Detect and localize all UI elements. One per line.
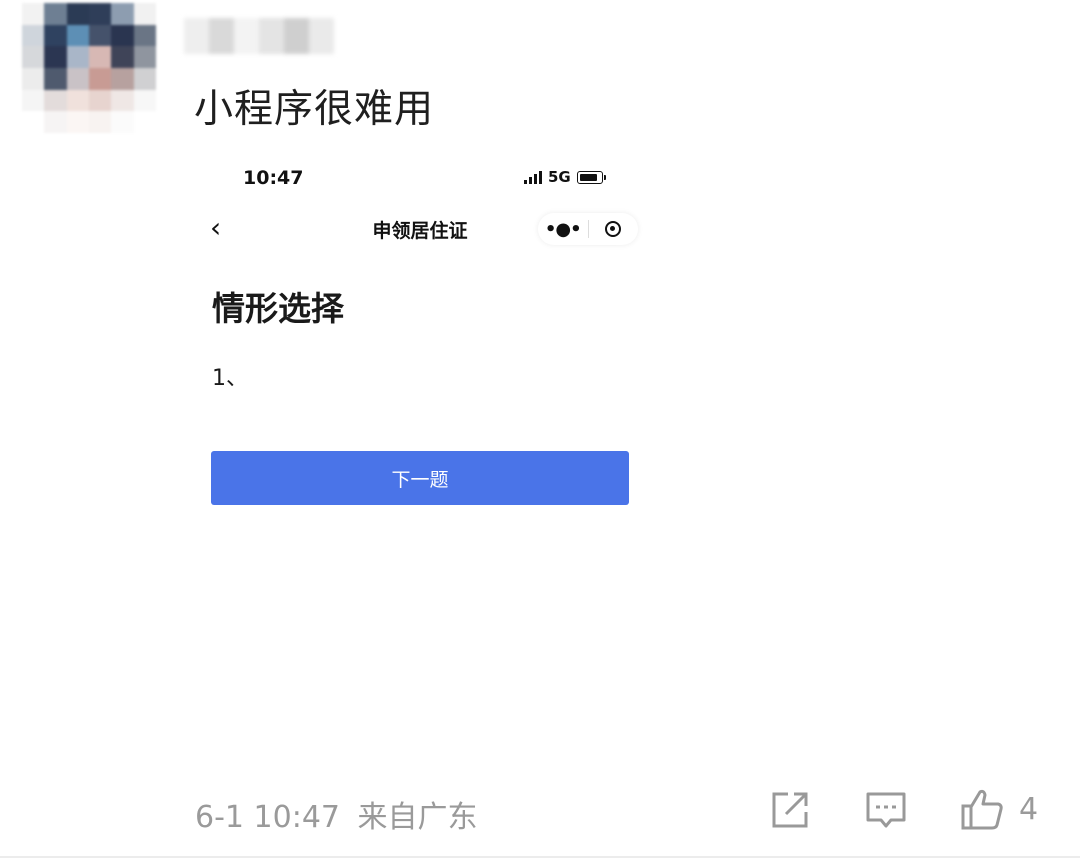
avatar-pixel bbox=[89, 111, 112, 133]
next-question-button: 下一题 bbox=[211, 451, 629, 505]
like-count: 4 bbox=[1019, 792, 1039, 827]
avatar-pixel bbox=[66, 89, 89, 112]
avatar-pixel bbox=[89, 3, 112, 25]
post-meta: 6-1 10:47 来自广东 bbox=[195, 792, 478, 836]
avatar-pixel bbox=[22, 67, 45, 90]
post-location: 来自广东 bbox=[357, 800, 478, 835]
thumbs-up-icon[interactable] bbox=[960, 788, 1004, 832]
avatar-pixel bbox=[22, 89, 45, 112]
embedded-screenshot[interactable]: 10:47 5G ‹ 申领居住证 •●• 情形选择 1、 下一题 bbox=[194, 150, 654, 560]
avatar-pixel bbox=[22, 3, 45, 25]
username-pixel bbox=[309, 18, 334, 54]
avatar-pixel bbox=[66, 46, 89, 68]
avatar-pixel bbox=[111, 24, 134, 47]
avatar-pixel bbox=[66, 24, 89, 47]
avatar-pixel bbox=[133, 24, 156, 47]
comment-icon[interactable] bbox=[864, 788, 908, 832]
avatar-pixel bbox=[66, 67, 89, 90]
question-number: 1、 bbox=[212, 366, 248, 391]
avatar-pixel bbox=[111, 111, 134, 133]
target-circle-icon bbox=[589, 221, 639, 237]
avatar-pixel bbox=[89, 89, 112, 112]
avatar-pixel bbox=[133, 89, 156, 112]
post-text: 小程序很难用 bbox=[194, 87, 435, 132]
avatar-pixel bbox=[111, 3, 134, 25]
mini-program-capsule: •●• bbox=[538, 213, 638, 245]
signal-icon bbox=[524, 170, 542, 184]
username-pixel bbox=[209, 18, 234, 54]
avatar[interactable] bbox=[22, 3, 156, 133]
more-dots-icon: •●• bbox=[544, 218, 582, 240]
avatar-pixel bbox=[22, 111, 45, 133]
avatar-pixel bbox=[111, 67, 134, 90]
avatar-pixel bbox=[22, 24, 45, 47]
status-time: 10:47 bbox=[243, 167, 304, 189]
avatar-pixel bbox=[111, 46, 134, 68]
battery-icon bbox=[576, 170, 606, 184]
page-heading: 情形选择 bbox=[212, 289, 344, 328]
avatar-pixel bbox=[44, 46, 67, 68]
avatar-pixel bbox=[133, 67, 156, 90]
avatar-pixel bbox=[44, 3, 67, 25]
avatar-pixel bbox=[89, 24, 112, 47]
avatar-pixel bbox=[22, 46, 45, 68]
avatar-pixel bbox=[133, 3, 156, 25]
avatar-pixel bbox=[66, 3, 89, 25]
network-label: 5G bbox=[548, 168, 571, 186]
avatar-pixel bbox=[44, 67, 67, 90]
avatar-pixel bbox=[66, 111, 89, 133]
avatar-pixel bbox=[44, 89, 67, 112]
username-pixel bbox=[284, 18, 309, 54]
avatar-pixel bbox=[89, 67, 112, 90]
avatar-pixel bbox=[133, 46, 156, 68]
avatar-pixel bbox=[44, 111, 67, 133]
avatar-pixel bbox=[89, 46, 112, 68]
username-pixel bbox=[184, 18, 209, 54]
status-indicators: 5G bbox=[524, 168, 606, 186]
avatar-pixel bbox=[111, 89, 134, 112]
username-pixel bbox=[234, 18, 259, 54]
username-blurred[interactable] bbox=[184, 18, 334, 54]
post-time: 6-1 10:47 bbox=[195, 800, 340, 835]
share-icon[interactable] bbox=[768, 788, 812, 832]
username-pixel bbox=[259, 18, 284, 54]
avatar-pixel bbox=[44, 24, 67, 47]
avatar-pixel bbox=[133, 111, 156, 133]
